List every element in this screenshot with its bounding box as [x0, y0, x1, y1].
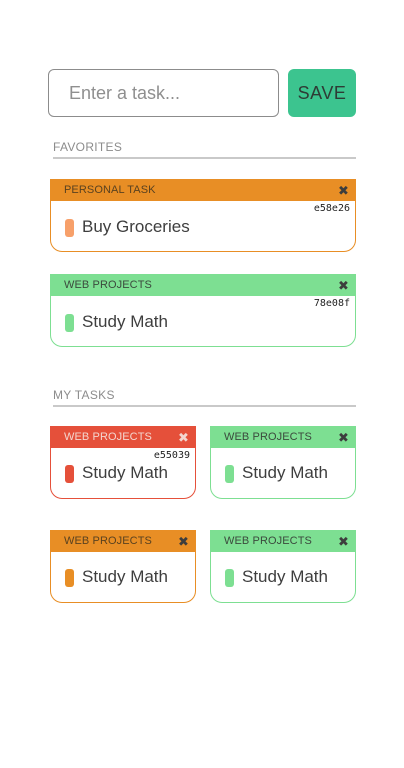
favorites-heading: FAVORITES: [53, 140, 356, 159]
card-id: e55039: [153, 450, 190, 461]
task-text: Study Math: [82, 567, 168, 586]
task-text: Study Math: [242, 567, 328, 586]
task-card[interactable]: WEB PROJECTS ✖ Study Math: [50, 530, 196, 603]
task-text: Study Math: [242, 463, 328, 482]
close-icon[interactable]: ✖: [338, 275, 349, 296]
color-marker: [225, 465, 234, 483]
favorite-task-card[interactable]: PERSONAL TASK ✖ e58e26 Buy Groceries: [50, 179, 356, 252]
card-header: WEB PROJECTS ✖: [51, 531, 195, 552]
card-category: WEB PROJECTS: [64, 279, 152, 291]
close-icon[interactable]: ✖: [338, 180, 349, 201]
task-card[interactable]: WEB PROJECTS ✖ e55039 Study Math: [50, 426, 196, 499]
card-header: WEB PROJECTS ✖: [211, 531, 355, 552]
card-body: Study Math: [51, 552, 195, 602]
card-header: WEB PROJECTS ✖: [51, 427, 195, 448]
task-text: Study Math: [82, 463, 168, 482]
color-marker: [225, 569, 234, 587]
card-body: e58e26 Buy Groceries: [51, 201, 355, 251]
card-category: WEB PROJECTS: [224, 431, 312, 443]
card-header: WEB PROJECTS ✖: [211, 427, 355, 448]
card-body: e55039 Study Math: [51, 448, 195, 498]
task-card[interactable]: WEB PROJECTS ✖ Study Math: [210, 530, 356, 603]
close-icon[interactable]: ✖: [338, 531, 349, 552]
my-tasks-heading: MY TASKS: [53, 388, 356, 407]
task-text: Study Math: [82, 312, 168, 331]
card-category: WEB PROJECTS: [64, 535, 152, 547]
close-icon[interactable]: ✖: [178, 427, 189, 448]
task-input[interactable]: [48, 69, 279, 117]
color-marker: [65, 219, 74, 237]
favorite-task-card[interactable]: WEB PROJECTS ✖ 78e08f Study Math: [50, 274, 356, 347]
close-icon[interactable]: ✖: [178, 531, 189, 552]
color-marker: [65, 569, 74, 587]
card-id: e58e26: [313, 203, 350, 214]
close-icon[interactable]: ✖: [338, 427, 349, 448]
card-category: WEB PROJECTS: [64, 431, 152, 443]
card-body: Study Math: [211, 448, 355, 498]
color-marker: [65, 465, 74, 483]
card-category: PERSONAL TASK: [64, 184, 156, 196]
save-button[interactable]: SAVE: [288, 69, 356, 117]
card-category: WEB PROJECTS: [224, 535, 312, 547]
card-body: Study Math: [211, 552, 355, 602]
card-id: 78e08f: [313, 298, 350, 309]
card-header: PERSONAL TASK ✖: [51, 180, 355, 201]
task-text: Buy Groceries: [82, 217, 190, 236]
card-header: WEB PROJECTS ✖: [51, 275, 355, 296]
color-marker: [65, 314, 74, 332]
task-card[interactable]: WEB PROJECTS ✖ Study Math: [210, 426, 356, 499]
card-body: 78e08f Study Math: [51, 296, 355, 346]
